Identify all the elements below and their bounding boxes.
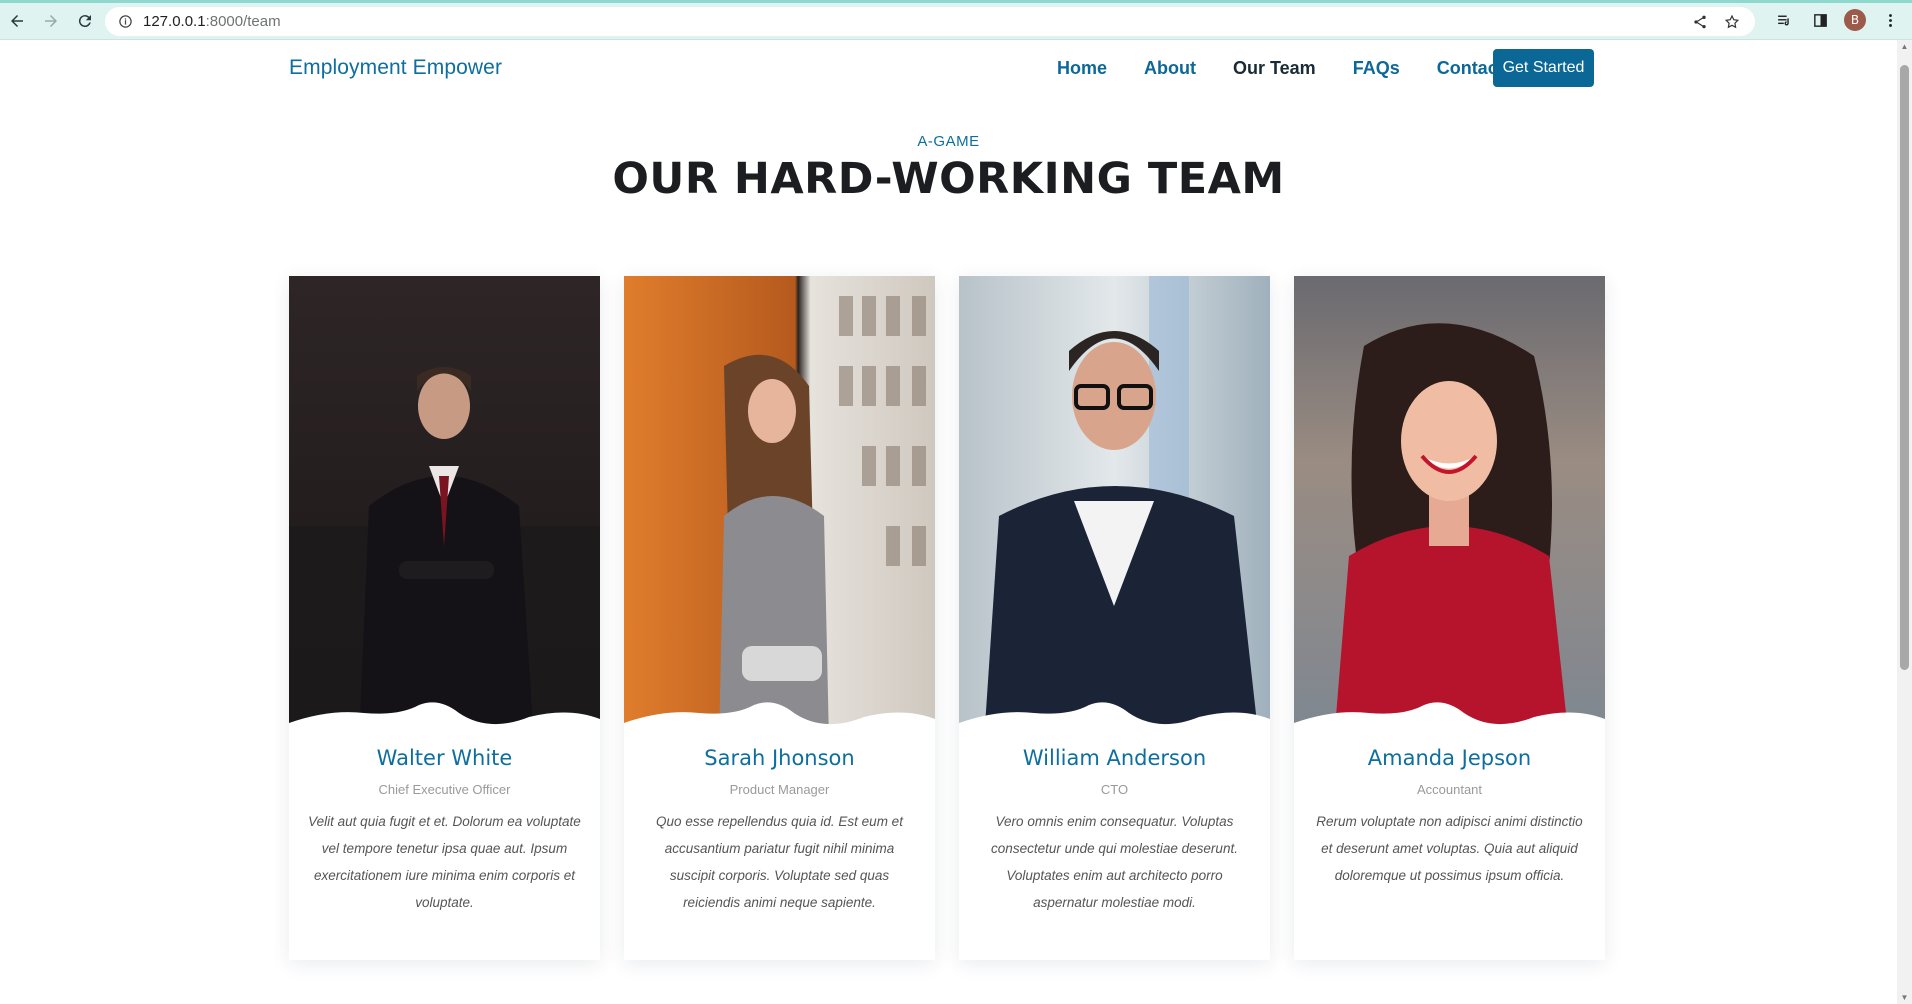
nav-about[interactable]: About — [1144, 58, 1196, 79]
member-role: Accountant — [1416, 782, 1483, 797]
reload-button[interactable] — [68, 4, 102, 38]
profile-avatar[interactable]: B — [1844, 9, 1866, 31]
member-name: William Anderson — [1022, 746, 1207, 770]
team-card: Amanda Jepson Accountant Rerum voluptate… — [1294, 276, 1605, 960]
nav-our-team[interactable]: Our Team — [1233, 58, 1316, 79]
arrow-right-icon — [45, 15, 57, 27]
nav-faqs[interactable]: FAQs — [1353, 58, 1400, 79]
url-text: 127.0.0.1:8000/team — [143, 13, 281, 30]
url-host: 127.0.0.1 — [143, 13, 206, 30]
member-name: Sarah Jhonson — [704, 746, 855, 770]
side-panel-button[interactable] — [1808, 8, 1832, 32]
team-member-photo — [289, 276, 600, 741]
browser-menu-button[interactable] — [1878, 8, 1902, 32]
member-bio: Rerum voluptate non adipisci animi disti… — [1316, 814, 1583, 883]
section-tag: A-GAME — [917, 133, 980, 150]
member-role: Product Manager — [729, 782, 830, 797]
main-nav: Home About Our Team FAQs Contact — [1057, 58, 1541, 79]
arrow-left-icon — [11, 15, 23, 27]
team-member-photo — [624, 276, 935, 741]
nav-home[interactable]: Home — [1057, 58, 1107, 79]
member-role: CTO — [1100, 782, 1129, 797]
share-icon — [1694, 15, 1706, 29]
page-scrollbar[interactable]: ▲ ▼ — [1897, 40, 1912, 1004]
member-bio: Velit aut quia fugit et et. Dolorum ea v… — [308, 814, 581, 910]
team-card: William Anderson CTO Vero omnis enim con… — [959, 276, 1270, 960]
member-role: Chief Executive Officer — [378, 782, 511, 797]
get-started-button[interactable]: Get Started — [1493, 49, 1594, 87]
scroll-down-icon[interactable]: ▼ — [1900, 993, 1909, 1002]
site-info-icon[interactable] — [117, 14, 133, 30]
team-card: Walter White Chief Executive Officer Vel… — [289, 276, 600, 960]
member-name: Amanda Jepson — [1367, 746, 1532, 770]
back-button[interactable] — [0, 4, 34, 38]
playlist-icon — [1777, 15, 1789, 25]
scroll-thumb[interactable] — [1900, 65, 1909, 670]
member-bio: Vero omnis enim consequatur. Voluptas co… — [991, 814, 1238, 910]
member-name: Walter White — [376, 746, 513, 770]
scroll-up-icon[interactable]: ▲ — [1900, 42, 1909, 51]
kebab-menu-icon — [1888, 13, 1892, 27]
team-grid: Walter White Chief Executive Officer Vel… — [289, 276, 1605, 960]
browser-toolbar: 127.0.0.1:8000/team B — [0, 3, 1912, 40]
page-viewport: Employment Empower Home About Our Team F… — [0, 40, 1897, 1004]
member-bio: Quo esse repellendus quia id. Est eum et… — [656, 814, 903, 910]
team-member-photo — [1294, 276, 1605, 741]
team-card: Sarah Jhonson Product Manager Quo esse r… — [624, 276, 935, 960]
share-button[interactable] — [1689, 11, 1711, 33]
reload-icon — [78, 15, 91, 28]
star-icon — [1724, 14, 1740, 29]
reading-list-button[interactable] — [1772, 8, 1796, 32]
site-header: Employment Empower Home About Our Team F… — [0, 40, 1897, 94]
side-panel-icon — [1813, 13, 1827, 27]
bookmark-button[interactable] — [1721, 11, 1743, 33]
site-logo[interactable]: Employment Empower — [289, 56, 502, 80]
forward-button[interactable] — [34, 4, 68, 38]
section-title: OUR HARD-WORKING TEAM — [612, 154, 1285, 204]
url-path: :8000/team — [205, 13, 281, 30]
address-bar[interactable]: 127.0.0.1:8000/team — [105, 7, 1755, 36]
team-member-photo — [959, 276, 1270, 741]
